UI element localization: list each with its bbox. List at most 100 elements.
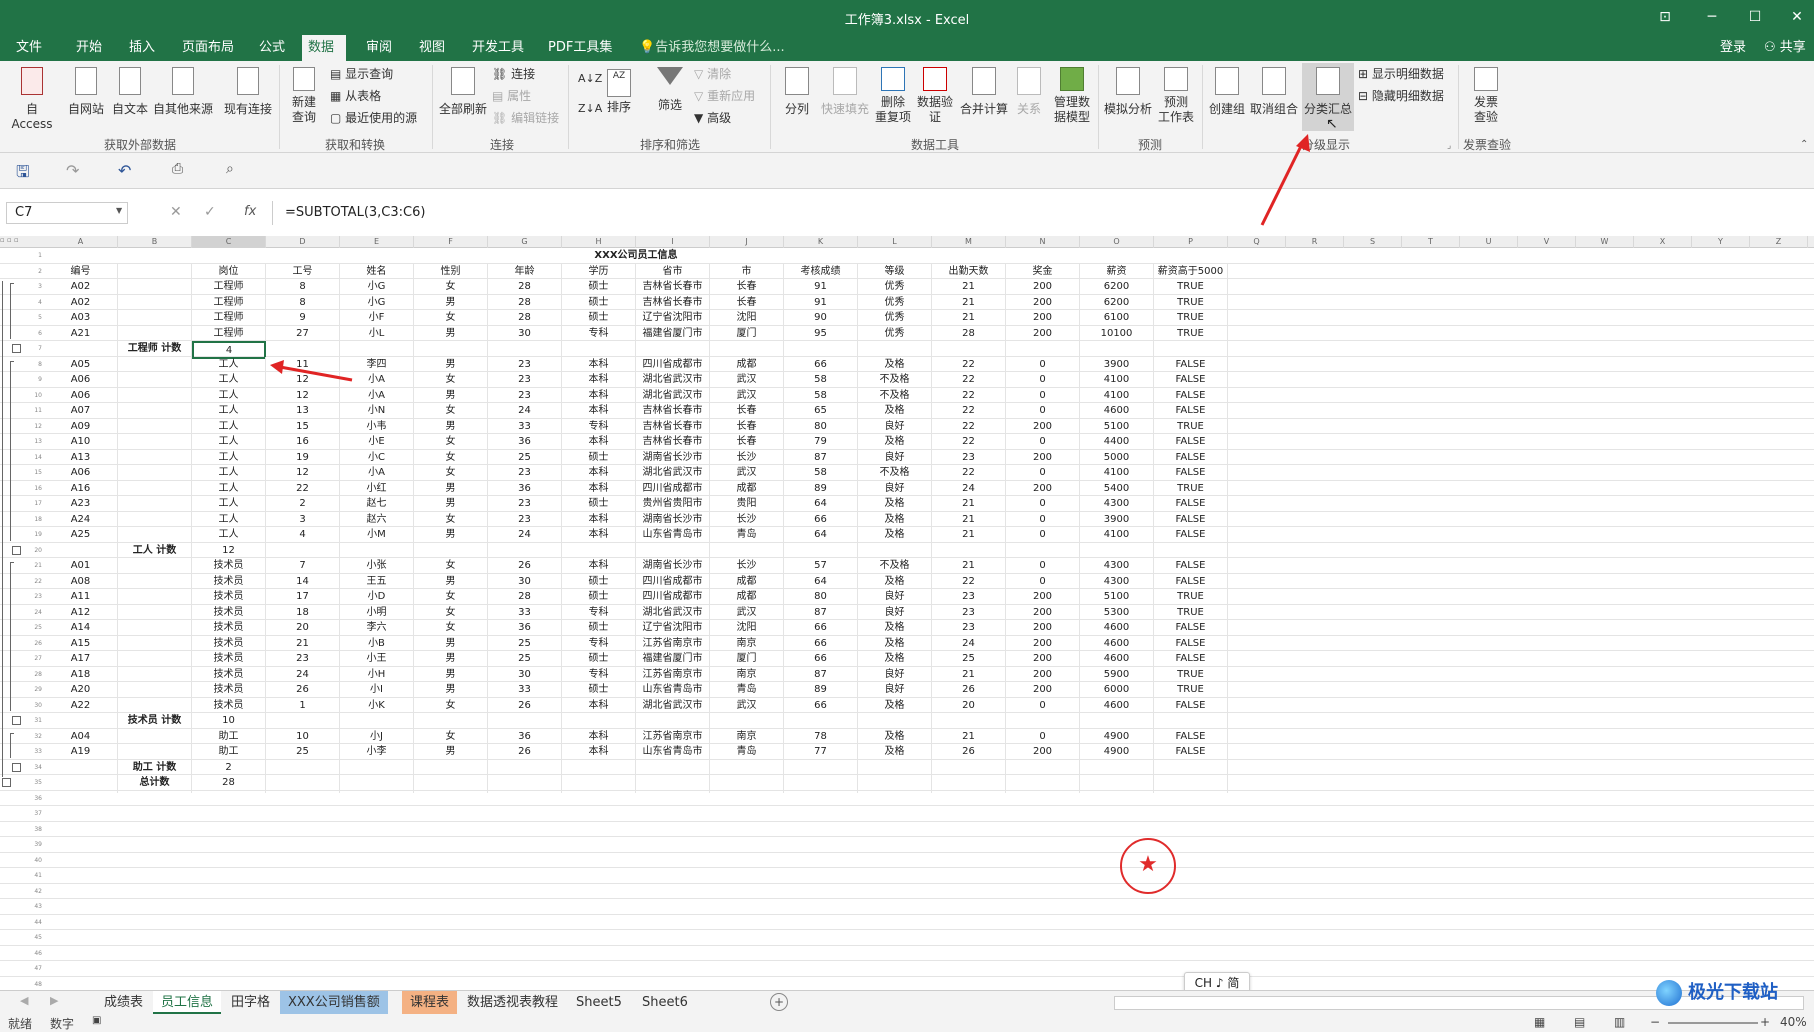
clear-filter-button[interactable]: ▽ 清除 [694,67,731,82]
zoom-out-icon[interactable]: − [1650,1015,1660,1029]
connections-button[interactable]: ⛓ 连接 [492,67,535,82]
page-layout-view-icon[interactable]: ▤ [1574,1015,1585,1029]
worksheet-grid[interactable]: ▫ ▫ ▫ ABCDEFGHIJKLMNOPQRSTUVWXYZAAABAC 1… [0,236,1814,990]
new-query-button[interactable]: 新建 查询 [284,67,324,125]
watermark-text: 极光下载站 [1688,982,1778,1003]
zoom-preview-icon[interactable]: ⌕ [226,161,234,177]
forecast-icon [1164,67,1188,91]
zoom-level[interactable]: 40% [1780,1015,1807,1029]
from-table-button[interactable]: ▦ 从表格 [330,89,381,104]
tab-data[interactable]: 数据 [302,35,346,61]
tab-developer[interactable]: 开发工具 [466,35,530,61]
show-detail-button[interactable]: ⊞ 显示明细数据 [1358,67,1444,82]
cancel-icon[interactable]: ✕ [170,204,182,220]
filter-button[interactable]: 筛选 [652,67,688,113]
prev-sheet-icon[interactable]: ◀ [20,994,28,1007]
sheet-tab[interactable]: 员工信息 [153,991,222,1014]
remove-duplicates-button[interactable]: 删除 重复项 [872,67,914,125]
refresh-icon [451,67,475,95]
add-sheet-icon[interactable]: + [770,993,788,1011]
properties-button[interactable]: ▤ 属性 [492,89,531,104]
watermark: 极光下载站 [1656,978,1806,1010]
ribbon-display-icon[interactable]: ⊡ [1650,5,1680,29]
sort-icon: AZ [607,69,631,97]
login-link[interactable]: 登录 [1714,35,1752,61]
forecast-sheet-button[interactable]: 预测 工作表 [1154,67,1198,125]
ungroup-button[interactable]: 取消组合 [1248,67,1300,117]
relationships-button[interactable]: 关系 [1012,67,1046,117]
hide-detail-button[interactable]: ⊟ 隐藏明细数据 [1358,89,1444,104]
what-if-analysis-button[interactable]: 模拟分析 [1102,67,1154,117]
recent-sources-button[interactable]: ▢ 最近使用的源 [330,111,417,126]
watermark-logo [1656,980,1682,1006]
existing-connections-button[interactable]: 现有连接 [220,67,276,117]
close-button[interactable]: ✕ [1782,5,1812,29]
ribbon-tabs: 文件 开始 插入 页面布局 公式 数据 审阅 视图 开发工具 PDF工具集 💡告… [0,35,1814,61]
sheet-tab[interactable]: 成绩表 [96,991,151,1014]
print-preview-icon[interactable]: ⎙ [172,161,183,177]
show-query-button[interactable]: ▤ 显示查询 [330,67,393,82]
refresh-all-button[interactable]: 全部刷新 [436,67,490,117]
annotation-arrows [270,360,353,382]
sheet-tab[interactable]: 数据透视表教程 [459,991,566,1014]
tab-formulas[interactable]: 公式 [253,35,291,61]
reapply-button[interactable]: ▽ 重新应用 [694,89,755,104]
sort-asc-button[interactable]: A↓Z [578,71,602,86]
maximize-button[interactable]: ☐ [1740,5,1770,29]
tab-insert[interactable]: 插入 [123,35,161,61]
flash-fill-icon [833,67,857,95]
sheet-tab[interactable]: Sheet5 [568,991,630,1014]
sheet-tab[interactable]: Sheet6 [634,991,696,1014]
show-detail-icon: ⊞ [1358,67,1369,81]
from-other-sources-button[interactable]: 自其他来源 [152,67,214,117]
remove-duplicates-icon [881,67,905,91]
manage-data-model-button[interactable]: 管理数 据模型 [1048,67,1096,125]
dialog-launcher-icon[interactable]: ⌟ [1447,141,1451,151]
zoom-slider[interactable] [1668,1022,1758,1024]
function-icon[interactable]: fx [244,204,256,219]
sort-button[interactable]: AZ 排序 [602,67,636,115]
tab-review[interactable]: 审阅 [360,35,398,61]
macro-record-icon[interactable]: ▣ [92,1015,101,1026]
save-icon[interactable]: 🖫 [16,161,30,188]
name-box[interactable]: C7 [6,202,128,224]
collapse-ribbon-icon[interactable]: ⌃ [1800,139,1808,150]
ribbon-separator [1098,65,1099,149]
zoom-in-icon[interactable]: + [1760,1015,1770,1029]
next-sheet-icon[interactable]: ▶ [50,994,58,1007]
page-break-view-icon[interactable]: ▥ [1614,1015,1625,1029]
sheet-tab[interactable]: XXX公司销售额 [280,991,388,1014]
tab-home[interactable]: 开始 [70,35,108,61]
group-label-invoice: 发票查验 [1462,138,1511,152]
ribbon-separator [568,65,569,149]
invoice-check-button[interactable]: 发票 查验 [1462,67,1510,125]
undo-icon[interactable]: ↶ [118,161,131,180]
edit-links-button[interactable]: ⛓ 编辑链接 [492,111,559,126]
normal-view-icon[interactable]: ▦ [1534,1015,1545,1029]
formula-input[interactable]: =SUBTOTAL(3,C3:C6) [272,201,1808,225]
tab-file[interactable]: 文件 [10,35,48,61]
consolidate-button[interactable]: 合并计算 [956,67,1012,117]
from-access-button[interactable]: 自 Access [4,67,60,132]
flash-fill-button[interactable]: 快速填充 [818,67,872,117]
advanced-filter-button[interactable]: ▼ 高级 [694,111,731,126]
enter-icon[interactable]: ✓ [204,204,216,220]
text-to-columns-button[interactable]: 分列 [776,67,818,117]
share-button[interactable]: ⚇ 共享 [1758,35,1812,61]
from-text-button[interactable]: 自文本 [108,67,152,117]
recent-icon: ▢ [330,111,342,125]
tab-pdf-tools[interactable]: PDF工具集 [542,35,618,61]
data-validation-button[interactable]: 数据验 证 [914,67,956,125]
redo-icon[interactable]: ↷ [66,161,79,180]
minimize-button[interactable]: ─ [1697,5,1727,29]
sheet-tab[interactable]: 田字格 [223,991,278,1014]
hide-detail-icon: ⊟ [1358,89,1369,103]
tab-view[interactable]: 视图 [413,35,451,61]
tell-me-box[interactable]: 💡告诉我您想要做什么... [633,35,791,61]
sheet-tab[interactable]: 课程表 [402,991,458,1014]
tab-page-layout[interactable]: 页面布局 [176,35,240,61]
from-web-button[interactable]: 自网站 [64,67,108,117]
chevron-down-icon[interactable]: ▼ [116,206,122,215]
group-button[interactable]: 创建组 [1206,67,1248,117]
sort-desc-button[interactable]: Z↓A [578,101,602,116]
